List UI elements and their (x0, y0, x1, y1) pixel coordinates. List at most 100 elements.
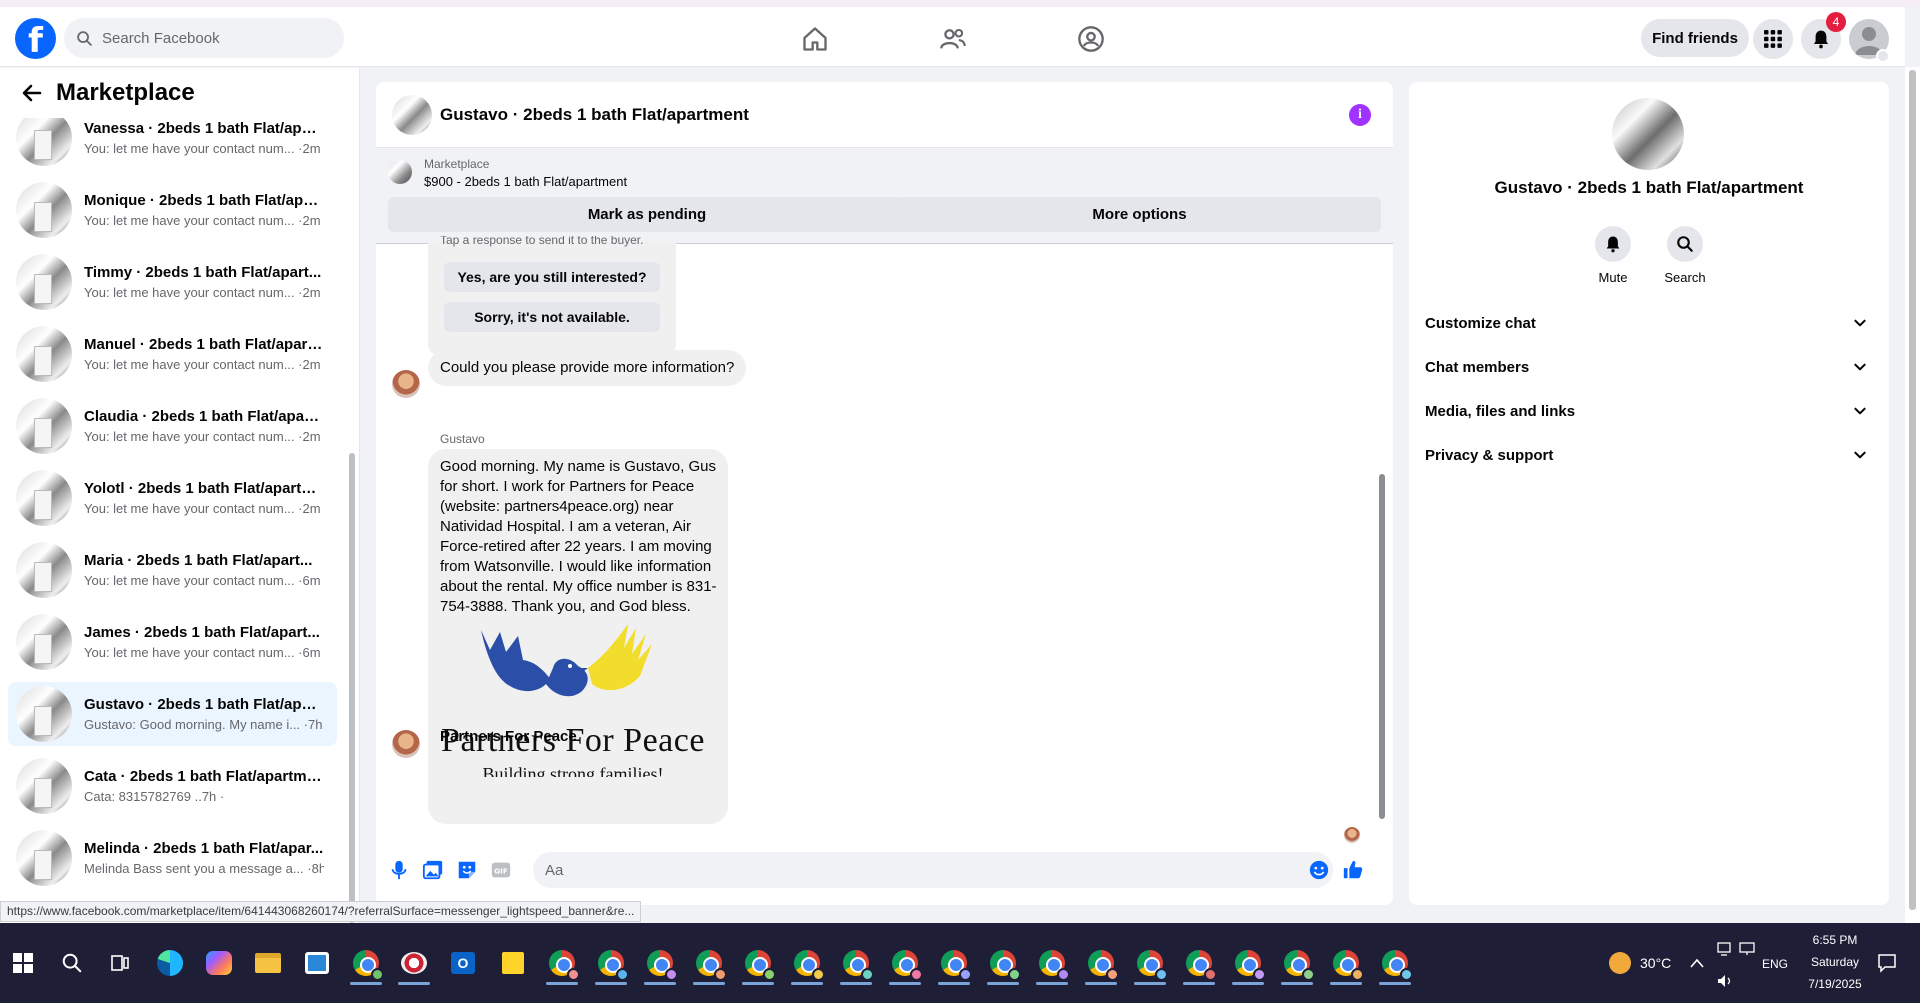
sticker-icon[interactable] (456, 859, 478, 881)
chrome-icon[interactable] (836, 943, 876, 985)
chrome-icon[interactable] (1228, 943, 1268, 985)
profile-dot (1253, 968, 1266, 981)
start-button[interactable] (3, 943, 43, 983)
quick-reply-still-interested[interactable]: Yes, are you still interested? (444, 262, 660, 292)
more-options-button[interactable]: More options (898, 197, 1381, 232)
chrome-icon[interactable] (640, 943, 680, 985)
page-scrollbar[interactable] (1905, 67, 1920, 923)
file-explorer-icon[interactable] (248, 943, 288, 983)
quick-reply-not-available[interactable]: Sorry, it's not available. (444, 302, 660, 332)
taskbar-search-button[interactable] (52, 943, 92, 983)
sender-avatar-2[interactable] (392, 730, 420, 758)
edge-icon[interactable] (150, 943, 190, 983)
info-icon[interactable]: i (1349, 104, 1371, 126)
home-icon[interactable] (801, 25, 829, 53)
listing-thumbnail[interactable] (388, 160, 412, 184)
media-files-links-row[interactable]: Media, files and links (1417, 389, 1881, 433)
conversation-text: Gustavo · 2beds 1 bath Flat/apar... Gusta… (84, 696, 324, 732)
chrome-icon[interactable] (1375, 943, 1415, 985)
clock-time[interactable]: 6:55 PM (1795, 933, 1875, 947)
contact-avatar[interactable] (1612, 98, 1684, 170)
message-input[interactable] (533, 852, 1333, 888)
conversation-preview: You: let me have your contact num... ·6m (84, 573, 321, 588)
page-scroll-thumb[interactable] (1909, 70, 1916, 910)
chat-scroll-thumb[interactable] (1379, 474, 1385, 819)
chat-title[interactable]: Gustavo · 2beds 1 bath Flat/apartment (440, 105, 749, 125)
chat-members-row[interactable]: Chat members (1417, 345, 1881, 389)
task-view-button[interactable] (100, 943, 140, 983)
find-friends-button[interactable]: Find friends (1641, 19, 1749, 57)
volume-icon[interactable] (1716, 973, 1734, 989)
friends-icon[interactable] (939, 25, 967, 53)
sidebar-scrollbar[interactable] (348, 98, 356, 923)
chrome-icon[interactable] (1032, 943, 1072, 985)
conversation-preview: Cata: 8315782769 ..7h · (84, 789, 225, 804)
conversation-item[interactable]: James · 2beds 1 bath Flat/apart... You: l… (8, 610, 337, 674)
chrome-icon[interactable] (1081, 943, 1121, 985)
network-icon[interactable] (1738, 941, 1756, 957)
chrome-icon[interactable] (787, 943, 827, 985)
weather-temp[interactable]: 30°C (1640, 955, 1671, 971)
groups-icon[interactable] (1077, 25, 1105, 53)
chrome-icon[interactable] (738, 943, 778, 985)
chat-scrollbar[interactable] (1376, 244, 1388, 834)
chrome-icon[interactable] (1277, 943, 1317, 985)
app-icon[interactable] (394, 943, 434, 985)
search-box[interactable] (64, 18, 344, 58)
outlook-icon[interactable]: O (443, 943, 483, 983)
chrome-icon[interactable] (934, 943, 974, 985)
sticky-notes-icon[interactable] (493, 943, 533, 983)
chrome-icon[interactable] (1326, 943, 1366, 985)
chrome-icon[interactable] (885, 943, 925, 985)
clock-day[interactable]: Saturday (1795, 955, 1875, 969)
customize-chat-row[interactable]: Customize chat (1417, 301, 1881, 345)
chat-avatar[interactable] (392, 94, 432, 135)
mark-as-pending-button[interactable]: Mark as pending (388, 197, 906, 232)
conversation-item[interactable]: Yolotl · 2beds 1 bath Flat/apartm... You:… (8, 466, 337, 530)
chrome-icon[interactable] (1179, 943, 1219, 985)
sidebar-scroll-thumb[interactable] (349, 453, 355, 923)
account-chevron-icon[interactable] (1876, 49, 1890, 63)
conversation-item[interactable]: Manuel · 2beds 1 bath Flat/apart... You: … (8, 322, 337, 386)
conversation-text: Manuel · 2beds 1 bath Flat/apart... You: … (84, 336, 324, 372)
photo-icon[interactable] (422, 859, 444, 881)
listing-title[interactable]: $900 - 2beds 1 bath Flat/apartment (424, 174, 627, 189)
back-arrow-icon[interactable] (20, 81, 44, 105)
chrome-icon[interactable] (542, 943, 582, 985)
search-action[interactable]: Search (1650, 226, 1720, 285)
search-input[interactable] (102, 29, 322, 47)
running-indicator (1134, 982, 1166, 985)
emoji-icon[interactable] (1308, 859, 1330, 881)
chrome-icon[interactable] (1130, 943, 1170, 985)
conversation-item[interactable]: Timmy · 2beds 1 bath Flat/apart... You: l… (8, 250, 337, 314)
menu-button[interactable] (1753, 19, 1793, 59)
conversation-item[interactable]: Maria · 2beds 1 bath Flat/apart... You: l… (8, 538, 337, 602)
copilot-icon[interactable] (199, 943, 239, 983)
link-preview-title[interactable]: Partners For Peace (440, 728, 577, 745)
weather-icon[interactable] (1600, 943, 1640, 983)
partners-logo-image[interactable]: Partners For Peace Building strong famil… (428, 622, 728, 777)
chrome-icon[interactable] (689, 943, 729, 985)
conversation-item[interactable]: Gustavo · 2beds 1 bath Flat/apar... Gusta… (8, 682, 337, 746)
running-indicator (350, 982, 382, 985)
microphone-icon[interactable] (388, 859, 410, 881)
clock-date[interactable]: 7/19/2025 (1795, 977, 1875, 991)
chrome-icon[interactable] (983, 943, 1023, 985)
conversation-item[interactable]: Monique · 2beds 1 bath Flat/apa... You: l… (8, 178, 337, 242)
privacy-support-row[interactable]: Privacy & support (1417, 433, 1881, 477)
conversation-item[interactable]: Cata · 2beds 1 bath Flat/apartme... Cata:… (8, 754, 337, 818)
notification-center-icon[interactable] (1877, 953, 1897, 973)
chrome-icon[interactable] (346, 943, 386, 985)
microsoft-store-icon[interactable] (297, 943, 337, 983)
mute-action[interactable]: Mute (1578, 226, 1648, 285)
facebook-logo-icon[interactable]: f (15, 18, 56, 59)
chevron-up-icon[interactable] (1690, 957, 1704, 969)
language-indicator[interactable]: ENG (1762, 957, 1788, 971)
gif-icon[interactable]: GIF (490, 859, 512, 881)
like-thumb-icon[interactable] (1342, 859, 1364, 881)
device-icon[interactable] (1716, 941, 1732, 957)
conversation-item[interactable]: Melinda · 2beds 1 bath Flat/apar... Melin… (8, 826, 337, 890)
conversation-item[interactable]: Claudia · 2beds 1 bath Flat/apart... You:… (8, 394, 337, 458)
sender-avatar[interactable] (392, 370, 420, 398)
chrome-icon[interactable] (591, 943, 631, 985)
